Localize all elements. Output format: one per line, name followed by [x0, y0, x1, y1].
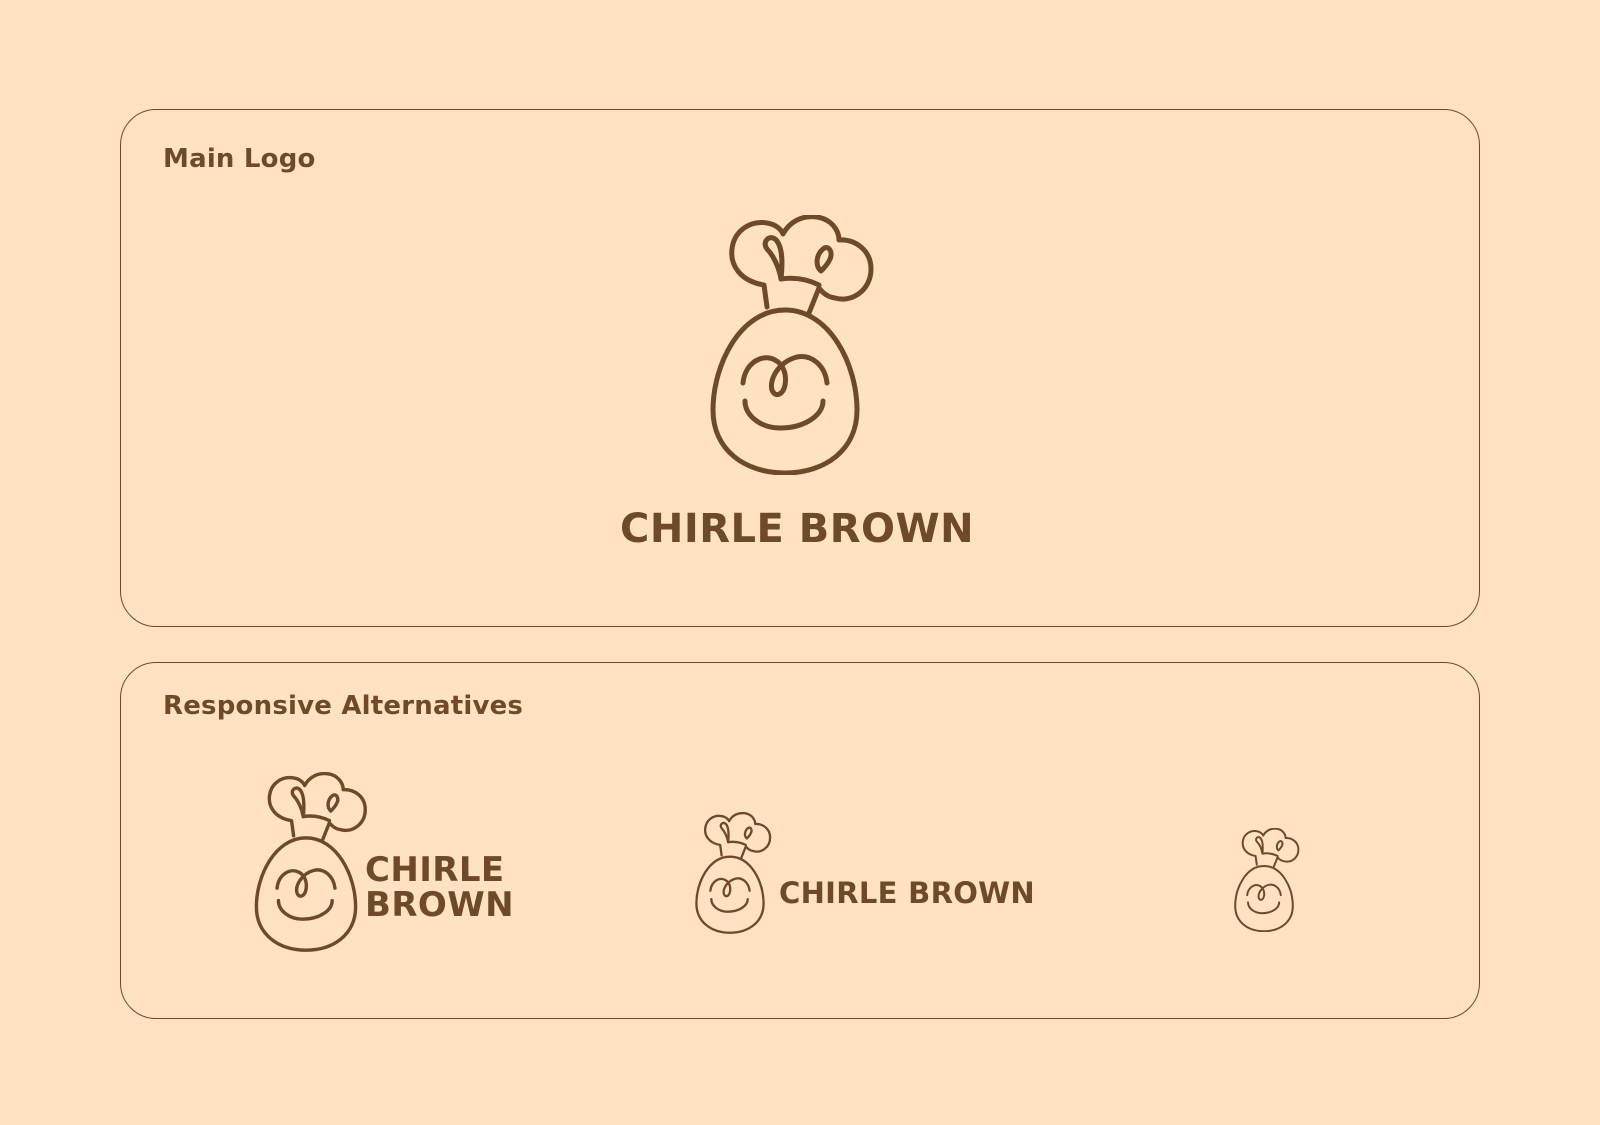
responsive-alternatives-title: Responsive Alternatives — [163, 691, 524, 721]
main-logo-title: Main Logo — [163, 144, 316, 174]
chef-egg-icon — [688, 812, 772, 934]
chef-egg-icon — [1228, 828, 1300, 932]
brand-wordmark: CHIRLE BROWN — [620, 506, 975, 552]
inline-wordmark: CHIRLE BROWN — [779, 876, 1036, 910]
wordmark-line-1: CHIRLE — [365, 850, 505, 890]
chef-egg-icon — [244, 772, 368, 952]
wordmark-line-2: BROWN — [365, 885, 514, 925]
stacked-wordmark: CHIRLE BROWN — [365, 853, 514, 923]
chef-egg-icon — [695, 215, 875, 475]
